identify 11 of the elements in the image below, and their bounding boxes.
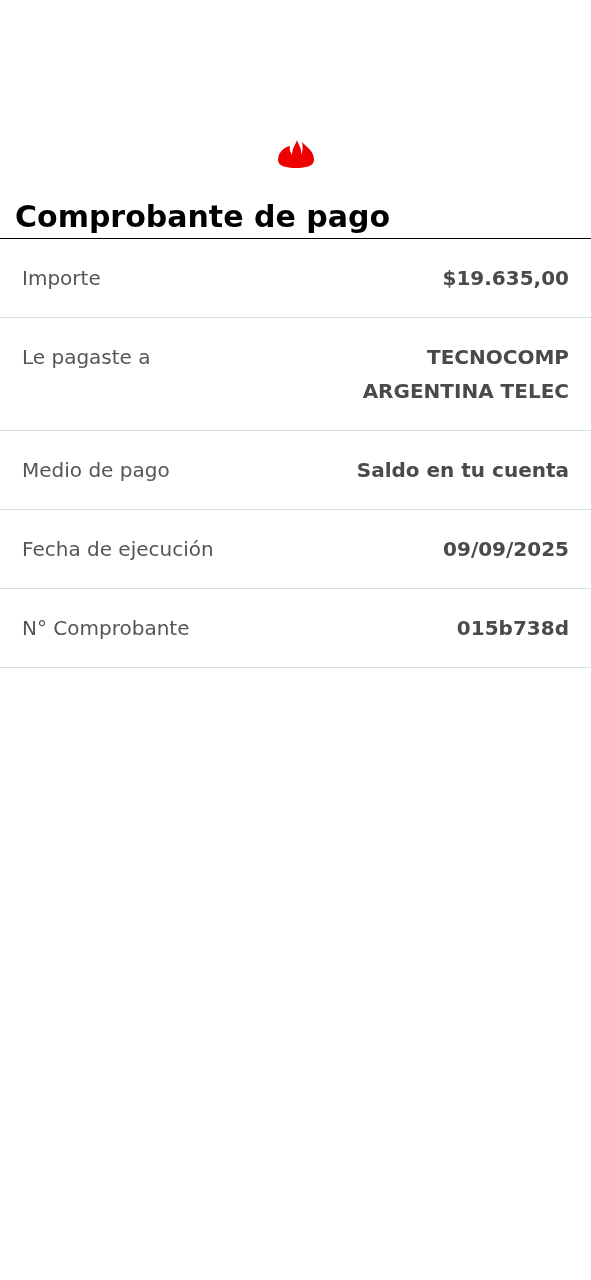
field-value: 015b738d xyxy=(456,615,569,642)
field-label: Fecha de ejecución xyxy=(22,536,214,563)
field-value: $19.635,00 xyxy=(442,265,569,292)
field-value: 09/09/2025 xyxy=(443,536,569,563)
field-label: N° Comprobante xyxy=(22,615,190,642)
page-title: Comprobante de pago xyxy=(0,170,591,239)
field-value: TECNOCOMP ARGENTINA TELEC xyxy=(361,344,569,405)
field-label: Importe xyxy=(22,265,101,292)
field-value: Saldo en tu cuenta xyxy=(356,457,569,484)
field-label: Medio de pago xyxy=(22,457,170,484)
field-label: Le pagaste a xyxy=(22,344,151,371)
